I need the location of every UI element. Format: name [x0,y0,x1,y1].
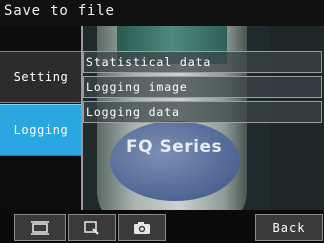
tab-logging-label: Logging [13,123,69,137]
title-bar: Save to file [0,0,324,26]
menu-item-logging-image[interactable]: Logging image [83,76,322,98]
camera-icon [133,221,151,235]
back-button[interactable]: Back [255,214,323,241]
menu-item-logging-data[interactable]: Logging data [83,101,322,123]
page-title: Save to file [4,3,115,19]
fit-screen-button[interactable] [14,214,66,241]
back-button-label: Back [272,220,306,235]
fit-screen-icon [30,220,50,235]
product-label-text: FQ Series [126,137,223,157]
tab-setting-label: Setting [13,70,69,84]
tab-setting[interactable]: Setting [0,51,82,103]
menu-item-statistical-data[interactable]: Statistical data [83,51,322,73]
zoom-icon [83,220,101,235]
camera-button[interactable] [118,214,166,241]
menu-item-label: Logging image [86,80,188,94]
app-screen: FQ Series Save to file Setting Logging S… [0,0,324,243]
product-label [110,121,240,201]
menu-item-label: Statistical data [86,55,212,69]
zoom-button[interactable] [68,214,116,241]
menu-item-label: Logging data [86,105,180,119]
tab-logging[interactable]: Logging [0,104,82,156]
